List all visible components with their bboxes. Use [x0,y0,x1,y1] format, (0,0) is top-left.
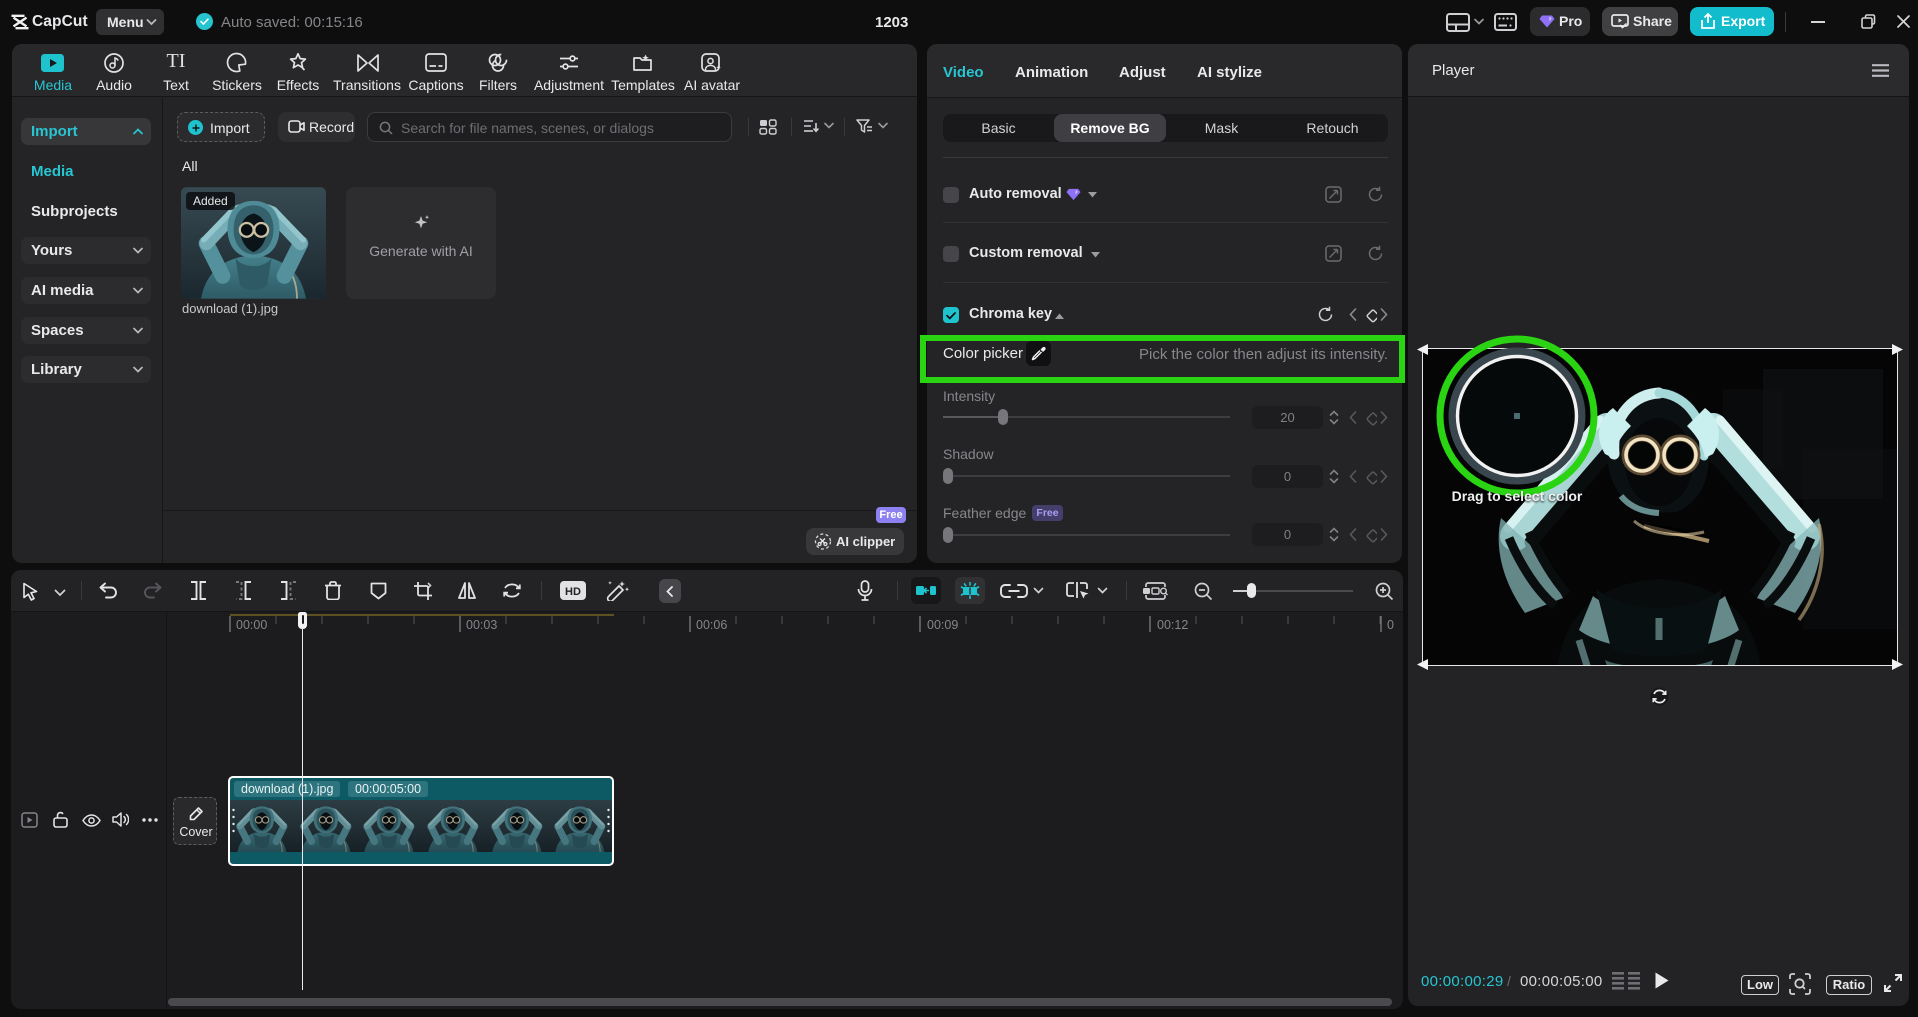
svg-text:00:06: 00:06 [696,618,727,632]
svg-text:00:03: 00:03 [466,618,497,632]
svg-text:HD: HD [565,586,581,598]
svg-text:00:09: 00:09 [927,618,958,632]
svg-text:00:00: 00:00 [236,618,267,632]
svg-text:0: 0 [1387,618,1394,632]
svg-text:00:12: 00:12 [1157,618,1188,632]
